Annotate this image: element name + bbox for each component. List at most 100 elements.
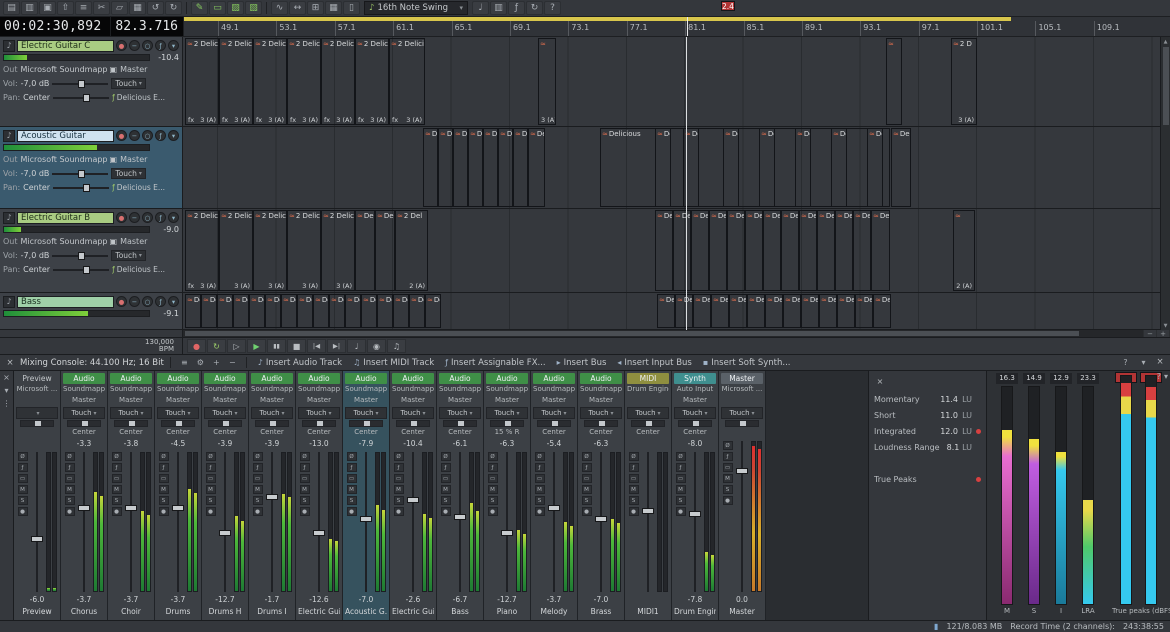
track-header[interactable]: ♪ Bass ● − ○ ƒ ▾ -9.1 [0,293,183,329]
audio-clip[interactable]: ≈Del [729,294,747,328]
audio-clip[interactable]: ≈ 3 (A) [538,38,556,125]
audio-clip[interactable]: ≈Del [855,294,873,328]
fx-button[interactable]: ƒ [441,463,451,472]
volume-fader[interactable] [501,452,513,592]
fx-button[interactable]: ƒ [629,463,639,472]
channel-device[interactable]: Soundmapper [157,385,199,395]
pan-thumb[interactable] [82,421,88,426]
insert-soft-synth-button[interactable]: ▪Insert Soft Synth... [698,356,796,369]
output-device-select[interactable]: Microsoft Soundmapper [21,155,107,164]
mute-button[interactable]: M [253,485,263,494]
audio-clip[interactable]: ≈Del [837,294,855,328]
track-header[interactable]: ♪ Acoustic Guitar ● − ○ ƒ ▾ [0,127,183,208]
channel-name[interactable]: Choir [110,607,152,618]
mixer-channel-strip[interactable]: Audio Soundmapper Master Touch▾ Center -… [296,371,343,620]
audio-clip[interactable]: ≈Del [297,294,313,328]
volume-fader[interactable] [454,452,466,592]
audio-clip[interactable]: ≈Del [313,294,329,328]
audio-clip[interactable]: ≈Del [281,294,297,328]
record-arm-button[interactable]: ● [723,496,733,505]
volume-fader[interactable] [172,452,184,592]
channel-name[interactable]: Drums I [251,607,293,618]
audio-clip[interactable]: ≈2 Delicio 3 (A) [253,210,287,291]
audio-clip[interactable]: ≈Del [831,128,847,207]
track-fx-button[interactable]: ƒ [155,296,166,307]
channel-output-bus[interactable]: Master [204,396,246,406]
envelope-tool-icon[interactable]: ∿ [271,1,288,15]
playhead-marker[interactable] [687,17,688,36]
fader-thumb[interactable] [595,516,607,522]
draw-tool-icon[interactable]: ✎ [191,1,208,15]
pan-thumb[interactable] [129,421,135,426]
audio-clip[interactable]: ≈Del [498,128,513,207]
mute-button[interactable]: − [129,296,140,307]
fx-button[interactable]: ƒ [676,463,686,472]
solo-button[interactable]: S [112,496,122,505]
mixer-channel-strip[interactable]: Audio Soundmapper Master Touch▾ Center -… [61,371,108,620]
insert-fx-button[interactable]: ▭ [723,463,733,472]
channel-device[interactable]: Soundmapper [251,385,293,395]
audio-clip[interactable]: ≈Del [425,294,441,328]
strip-views-icon[interactable]: ≡ [177,356,192,369]
automation-mode-select[interactable]: Touch▾ [392,407,434,419]
solo-button[interactable]: ○ [142,130,153,141]
audio-clip[interactable]: ≈2 Del 2 (A) [395,210,428,291]
insert-fx-button[interactable]: ▭ [206,474,216,483]
insert-fx-button[interactable]: ▭ [18,474,28,483]
channel-output-bus[interactable]: Master [157,396,199,406]
phase-button[interactable]: Ø [18,452,28,461]
volume-fader[interactable] [595,452,607,592]
new-project-icon[interactable]: ▤ [3,1,20,15]
channel-type-chip[interactable]: Audio [298,373,340,384]
solo-button[interactable]: S [488,496,498,505]
volume-fader[interactable] [689,452,701,592]
audio-clip[interactable]: ≈Del [723,128,739,207]
insert-audio-track-button[interactable]: ♪Insert Audio Track [253,356,347,369]
channel-name[interactable]: Drum Engine [674,607,716,618]
record-arm-button[interactable]: ● [488,507,498,516]
audio-clip[interactable]: ≈Del [265,294,281,328]
pan-control[interactable] [721,420,763,438]
automation-mode-select[interactable]: Touch▾ [580,407,622,419]
audio-clip[interactable]: ≈2 D 3 (A) [951,38,977,125]
pan-control[interactable]: Center [63,420,105,438]
audio-clip[interactable]: ≈Del [361,294,377,328]
pan-control[interactable]: Center [157,420,199,438]
phase-button[interactable]: Ø [582,452,592,461]
fx-button[interactable]: ƒ [347,463,357,472]
volume-fader[interactable] [266,452,278,592]
mute-button[interactable]: M [159,485,169,494]
output-device-select[interactable]: Microsoft Soundmapper [21,237,107,246]
loudness-panel-close-button[interactable]: × [874,375,886,387]
fader-thumb[interactable] [172,505,184,511]
audio-clip[interactable]: ≈Del [329,294,345,328]
timeline-ruler[interactable]: 49.153.157.161.165.169.173.177.181.185.1… [183,17,1170,36]
solo-button[interactable]: ○ [142,40,153,51]
phase-button[interactable]: Ø [65,452,75,461]
mixer-channel-strip[interactable]: Preview Microsoft ... ▾ Øƒ▭MS● [14,371,61,620]
record-arm-button[interactable]: ● [441,507,451,516]
phase-button[interactable]: Ø [253,452,263,461]
track-menu-button[interactable]: ▾ [168,296,179,307]
channel-type-chip[interactable]: Synth [674,373,716,384]
audio-clip[interactable]: ≈Del [377,294,393,328]
channel-type-chip[interactable]: Master [721,373,763,384]
channel-output-bus[interactable]: Master [486,396,528,406]
audio-clip[interactable]: ≈Del [783,294,801,328]
audio-clip[interactable]: ≈Del [891,128,911,207]
phase-button[interactable]: Ø [488,452,498,461]
mixer-channel-strip[interactable]: Audio Soundmapper Master Touch▾ 15 % R -… [484,371,531,620]
automation-mode-select[interactable]: Touch▾ [627,407,669,419]
automation-mode-select[interactable]: Touch▾ [486,407,528,419]
track-vertical-scrollbar[interactable]: ▲ ▼ [1160,37,1170,330]
audio-clip[interactable]: ≈Del [853,210,871,291]
audio-clip[interactable]: ≈Del [409,294,425,328]
pan-thumb[interactable] [223,421,229,426]
metronome-button[interactable]: ♩ [347,339,366,353]
mute-button[interactable]: M [347,485,357,494]
mute-button[interactable]: M [723,474,733,483]
solo-button[interactable]: S [253,496,263,505]
insert-input-bus-button[interactable]: ◂Insert Input Bus [612,356,696,369]
mixer-channel-strip[interactable]: MIDI Drum Engine Touch▾ Center Øƒ▭MS● [625,371,672,620]
pan-thumb[interactable] [317,421,323,426]
